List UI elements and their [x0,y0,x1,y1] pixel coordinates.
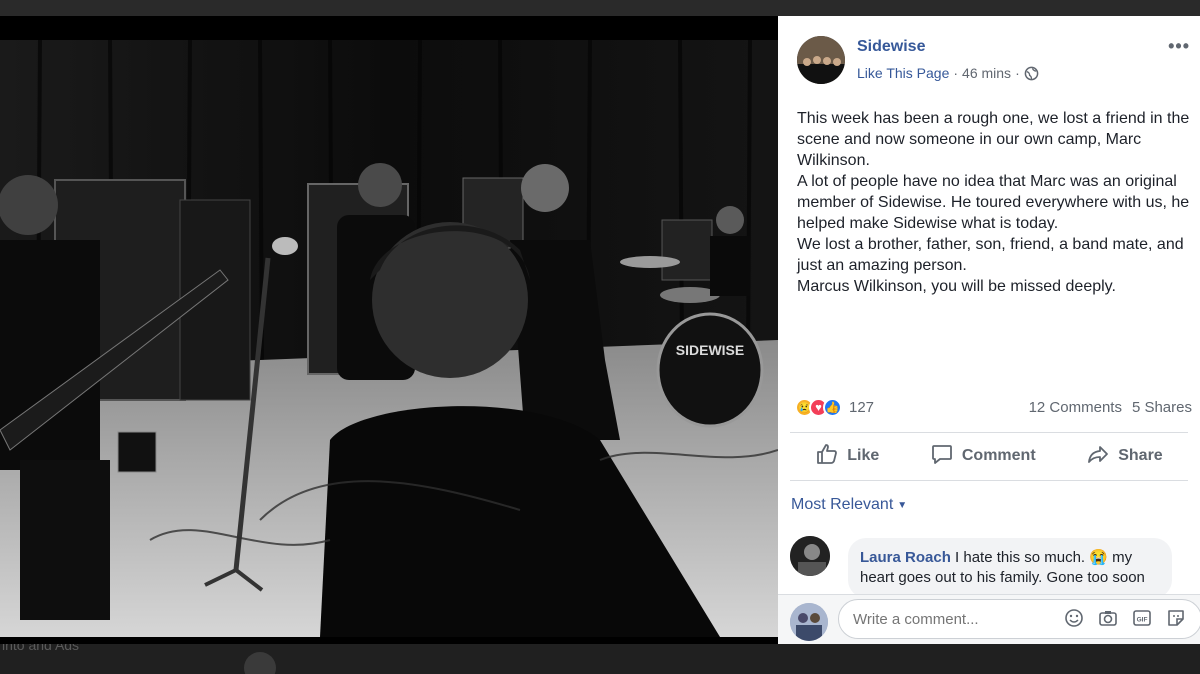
post-text-line: A lot of people have no idea that Marc w… [797,173,1190,232]
meta-separator: · [1015,65,1020,81]
like-reaction-icon: 👍 [823,398,842,417]
post-meta: Like This Page · 46 mins · [857,65,1039,81]
post-text-line: This week has been a rough one, we lost … [797,110,1190,169]
comment-author-link[interactable]: Laura Roach [860,549,951,566]
svg-text:GIF: GIF [1137,617,1148,624]
sort-label: Most Relevant [791,496,894,513]
post-text-line: Marcus Wilkinson, you will be missed dee… [797,278,1116,295]
shares-count-link[interactable]: 5 Shares [1132,399,1192,416]
current-user-avatar[interactable] [790,603,828,641]
page-avatar[interactable] [797,36,845,84]
share-button[interactable]: Share [1086,442,1163,471]
comment-sort-dropdown[interactable]: Most Relevant ▼ [791,496,907,514]
comment-icon [930,442,954,471]
meta-separator: · [953,65,959,81]
post-time[interactable]: 46 mins [962,65,1011,81]
more-options-icon[interactable]: ••• [1168,36,1190,57]
like-button[interactable]: Like [815,442,879,471]
comment-item: Laura Roach I hate this so much. 😭 my he… [790,536,1190,598]
like-page-link[interactable]: Like This Page [857,65,949,81]
comment-bubble: Laura Roach I hate this so much. 😭 my he… [848,538,1172,598]
globe-icon [1024,66,1039,81]
post-body: This week has been a rough one, we lost … [797,108,1197,297]
divider [790,432,1188,433]
band-photo[interactable]: SIDEWISE [0,40,778,637]
drum-logo: SIDEWISE [676,342,744,358]
share-label: Share [1118,447,1163,464]
comment-button[interactable]: Comment [930,442,1036,471]
commenter-avatar[interactable] [790,536,830,576]
backdrop-top-strip [0,0,1200,16]
sticker-icon[interactable] [1166,608,1186,628]
reaction-summary[interactable]: 😢 ♥ 👍 127 [795,398,874,417]
camera-icon[interactable] [1098,608,1118,628]
comments-count-link[interactable]: 12 Comments [1029,399,1122,416]
like-label: Like [847,447,880,464]
composer-tools: GIF [1064,608,1186,628]
share-icon [1086,442,1110,471]
emoji-icon[interactable] [1064,608,1084,628]
caret-down-icon: ▼ [897,499,908,511]
post-text-line: We lost a brother, father, son, friend, … [797,236,1184,274]
reaction-count[interactable]: 127 [849,399,874,416]
comment-composer: GIF [778,594,1200,644]
photo-stage[interactable]: SIDEWISE [0,16,778,644]
like-icon [815,442,839,471]
page-name-link[interactable]: Sidewise [857,38,925,56]
gif-icon[interactable]: GIF [1132,608,1152,628]
engagement-counts: 12 Comments 5 Shares [1029,399,1192,416]
post-action-bar: Like Comment Share [790,436,1188,476]
comment-label: Comment [961,447,1036,464]
post-panel: Sidewise Like This Page · 46 mins · ••• … [778,16,1200,644]
divider [790,480,1188,481]
